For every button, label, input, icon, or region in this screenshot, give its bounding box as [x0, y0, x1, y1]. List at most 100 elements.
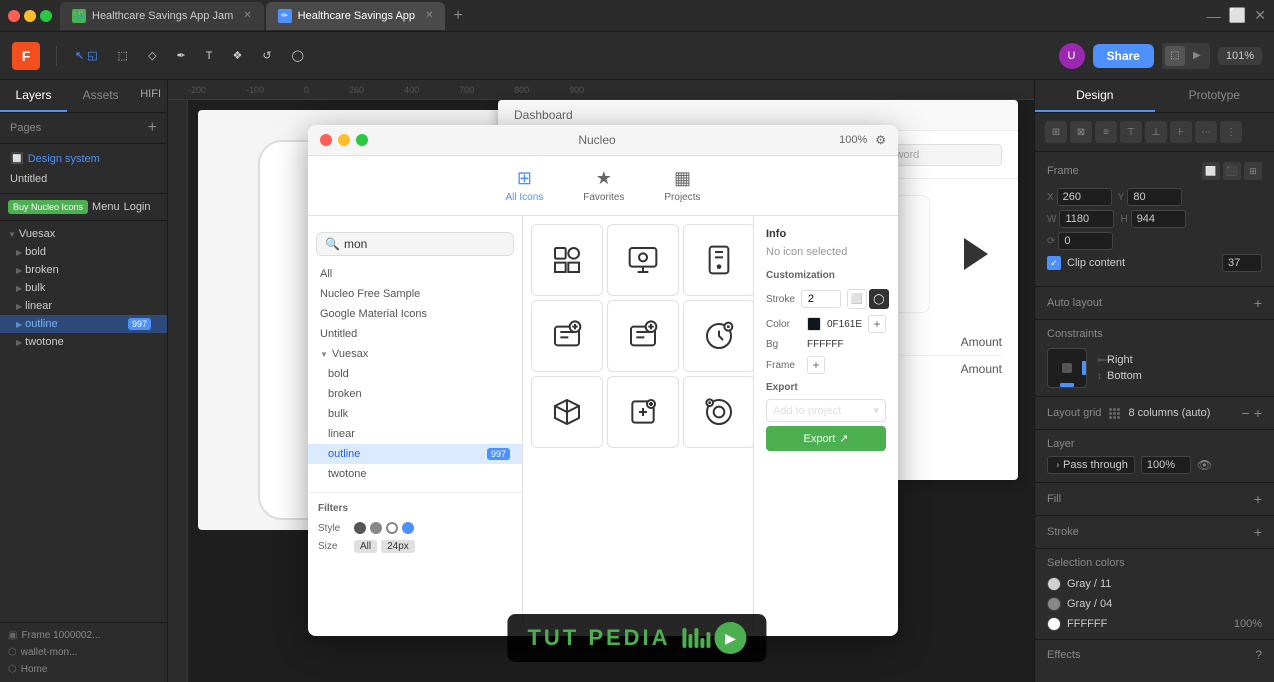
- hifi-label[interactable]: HIFI: [134, 80, 167, 112]
- preview-btn[interactable]: ▶: [1187, 46, 1207, 66]
- nav-favorites[interactable]: ★ Favorites: [575, 164, 632, 207]
- nucleo-search-input[interactable]: [344, 237, 505, 251]
- ns-item-bulk[interactable]: bulk: [308, 404, 522, 424]
- stroke-square-btn[interactable]: ⬜: [847, 289, 867, 309]
- y-input[interactable]: [1127, 188, 1182, 206]
- layer-item-twotone[interactable]: ▶ twotone: [0, 333, 167, 351]
- icon-cell-13[interactable]: [531, 376, 603, 448]
- align-top-btn[interactable]: ⊤: [1120, 121, 1142, 143]
- browser-close-icon[interactable]: ✕: [1254, 7, 1266, 24]
- h-input[interactable]: [1131, 210, 1186, 228]
- component-tool-btn[interactable]: ❖: [227, 45, 249, 66]
- pages-add-btn[interactable]: +: [148, 119, 157, 137]
- comment-tool-btn[interactable]: ◯: [286, 45, 310, 66]
- zoom-control[interactable]: 101%: [1218, 47, 1262, 65]
- tab1-close[interactable]: ✕: [243, 10, 251, 21]
- ns-item-linear[interactable]: linear: [308, 424, 522, 444]
- add-color-btn[interactable]: +: [868, 315, 886, 333]
- align-vcenter-btn[interactable]: ⊥: [1145, 121, 1167, 143]
- shapes-tool-btn[interactable]: ◇: [142, 45, 162, 66]
- page-untitled[interactable]: Untitled: [0, 169, 167, 189]
- distribute-h-btn[interactable]: ⋯: [1195, 121, 1217, 143]
- frame-tool-btn[interactable]: ⬚: [112, 45, 134, 66]
- effects-help-icon[interactable]: ?: [1255, 648, 1262, 662]
- browser-tab-1[interactable]: 🩺 Healthcare Savings App Jam ✕: [60, 2, 264, 30]
- icon-cell-9[interactable]: [683, 300, 753, 372]
- bottom-layer-wallet[interactable]: ⬡ wallet-mon...: [0, 644, 167, 661]
- grid-subtract-btn[interactable]: −: [1242, 405, 1250, 421]
- ns-item-broken[interactable]: broken: [308, 384, 522, 404]
- stroke-round-btn[interactable]: ◯: [869, 289, 889, 309]
- grid-add-btn[interactable]: +: [1254, 405, 1262, 421]
- nucleo-close-btn[interactable]: [320, 134, 332, 146]
- play-button-icon[interactable]: ▶: [715, 622, 747, 654]
- text-tool-btn[interactable]: T: [200, 46, 219, 66]
- icon-cell-7[interactable]: [531, 300, 603, 372]
- style-dot-filled[interactable]: [354, 522, 366, 534]
- login-link[interactable]: Login: [124, 201, 151, 213]
- prototype-tab[interactable]: Prototype: [1155, 80, 1274, 112]
- icon-cell-1[interactable]: [531, 224, 603, 296]
- blend-mode-select[interactable]: ◑ Pass through: [1047, 456, 1135, 474]
- size-value-label[interactable]: 24px: [381, 540, 415, 553]
- frame-portrait-btn[interactable]: ⬜: [1202, 162, 1220, 180]
- icon-cell-14[interactable]: [607, 376, 679, 448]
- move-tool-btn[interactable]: ↖ ◱: [69, 45, 104, 66]
- layer-item-vuesax[interactable]: ▼ Vuesax: [0, 225, 167, 243]
- layer-item-bulk[interactable]: ▶ bulk: [0, 279, 167, 297]
- fill-add-btn[interactable]: +: [1254, 491, 1262, 507]
- page-design-system[interactable]: 🔲 Design system: [0, 148, 167, 169]
- tab-layers[interactable]: Layers: [0, 80, 67, 112]
- stroke-input[interactable]: [801, 290, 841, 308]
- ns-item-outline[interactable]: outline 997: [308, 444, 522, 464]
- window-min-btn[interactable]: [24, 10, 36, 22]
- icon-cell-8[interactable]: [607, 300, 679, 372]
- visibility-icon[interactable]: 👁: [1197, 458, 1212, 472]
- auto-layout-add-btn[interactable]: +: [1254, 295, 1262, 311]
- size-all-label[interactable]: All: [354, 540, 377, 553]
- pen-tool-btn[interactable]: ✒: [171, 45, 192, 66]
- frame-landscape-btn[interactable]: ⬛: [1223, 162, 1241, 180]
- frame-responsive-btn[interactable]: ⊞: [1244, 162, 1262, 180]
- color-swatch-dark[interactable]: [807, 317, 821, 331]
- window-max-btn[interactable]: [40, 10, 52, 22]
- layer-item-broken[interactable]: ▶ broken: [0, 261, 167, 279]
- tab2-close[interactable]: ✕: [425, 10, 433, 21]
- ns-item-untitled[interactable]: Untitled: [308, 324, 522, 344]
- r-input[interactable]: [1058, 232, 1113, 250]
- add-to-project-dropdown[interactable]: Add to project ▾: [766, 399, 886, 422]
- nucleo-max-btn[interactable]: [356, 134, 368, 146]
- bottom-layer-frame[interactable]: ▣ Frame 1000002...: [0, 627, 167, 644]
- browser-minimize-icon[interactable]: —: [1207, 8, 1221, 24]
- ns-item-bold[interactable]: bold: [308, 364, 522, 384]
- bottom-layer-home[interactable]: ⬡ Home: [0, 661, 167, 678]
- clip-value-input[interactable]: [1222, 254, 1262, 272]
- ns-item-all[interactable]: All: [308, 264, 522, 284]
- share-button[interactable]: Share: [1093, 44, 1154, 68]
- design-tab[interactable]: Design: [1035, 80, 1155, 112]
- add-frame-btn[interactable]: +: [807, 356, 825, 374]
- stroke-add-btn[interactable]: +: [1254, 524, 1262, 540]
- export-button[interactable]: Export ↗: [766, 426, 886, 451]
- layer-item-outline[interactable]: ▶ outline 997: [0, 315, 167, 333]
- x-input[interactable]: [1057, 188, 1112, 206]
- buy-nucleo-btn[interactable]: Buy Nucleo Icons: [8, 200, 88, 214]
- icon-cell-15[interactable]: [683, 376, 753, 448]
- layer-item-bold[interactable]: ▶ bold: [0, 243, 167, 261]
- align-bottom-btn[interactable]: ⊦: [1170, 121, 1192, 143]
- icon-cell-3[interactable]: [683, 224, 753, 296]
- hand-tool-btn[interactable]: ↺: [256, 45, 277, 66]
- window-close-btn[interactable]: [8, 10, 20, 22]
- nav-all-icons[interactable]: ⊞ All Icons: [497, 164, 551, 207]
- tab-assets[interactable]: Assets: [67, 80, 134, 112]
- style-dot-outline[interactable]: [386, 522, 398, 534]
- icon-cell-2[interactable]: [607, 224, 679, 296]
- align-right-btn[interactable]: ≡: [1095, 121, 1117, 143]
- distribute-v-btn[interactable]: ⋮: [1220, 121, 1242, 143]
- ns-item-twotone[interactable]: twotone: [308, 464, 522, 484]
- nucleo-min-btn[interactable]: [338, 134, 350, 146]
- ns-item-google[interactable]: Google Material Icons: [308, 304, 522, 324]
- layer-item-linear[interactable]: ▶ linear: [0, 297, 167, 315]
- align-center-btn[interactable]: ⊠: [1070, 121, 1092, 143]
- settings-icon[interactable]: ⚙: [875, 133, 886, 147]
